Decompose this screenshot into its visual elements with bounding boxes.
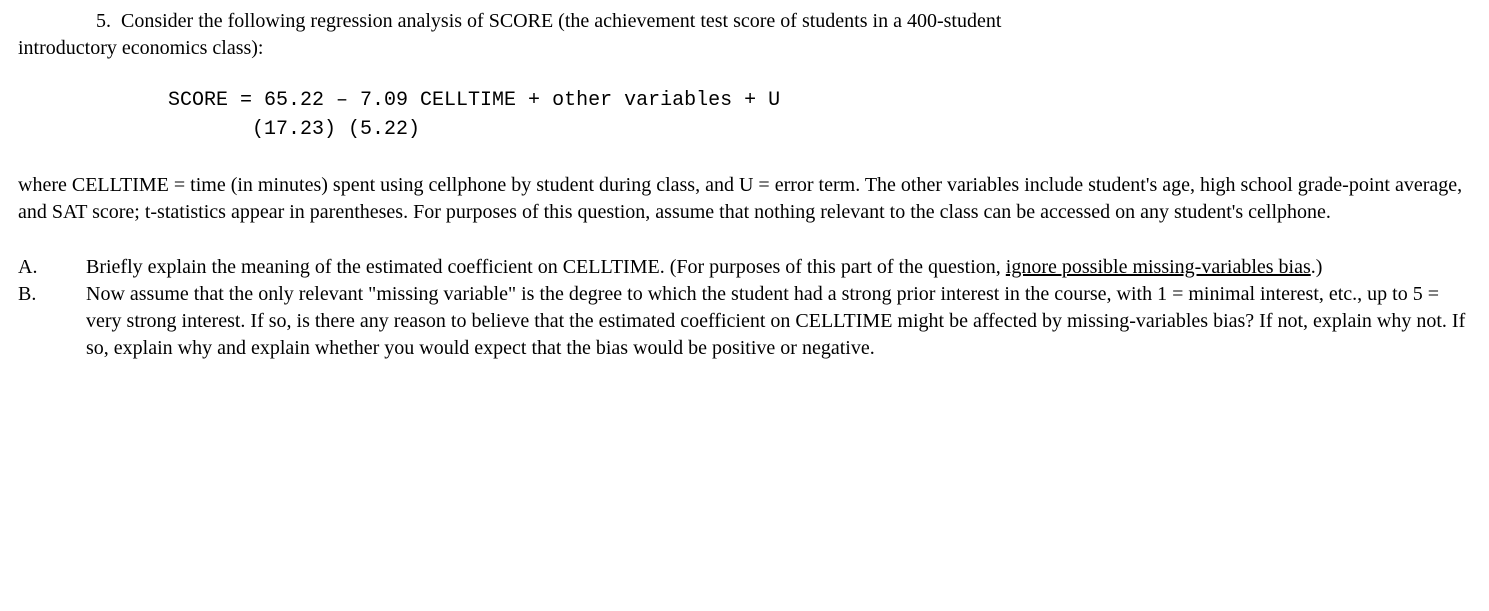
question-a: A. Briefly explain the meaning of the es… xyxy=(18,254,1471,281)
question-b-text: Now assume that the only relevant "missi… xyxy=(86,281,1471,362)
question-list: A. Briefly explain the meaning of the es… xyxy=(18,254,1471,362)
question-a-text: Briefly explain the meaning of the estim… xyxy=(86,254,1471,281)
question-a-part2: .) xyxy=(1311,256,1323,278)
description-text: where CELLTIME = time (in minutes) spent… xyxy=(18,174,1462,223)
intro-paragraph: 5. Consider the following regression ana… xyxy=(18,8,1471,62)
equation-line1: SCORE = 65.22 – 7.09 CELLTIME + other va… xyxy=(168,89,780,112)
intro-text-line2: introductory economics class): xyxy=(18,37,264,59)
question-a-part1: Briefly explain the meaning of the estim… xyxy=(86,256,1006,278)
question-a-label: A. xyxy=(18,254,86,281)
intro-text-line1: Consider the following regression analys… xyxy=(121,10,1001,32)
question-a-underlined: ignore possible missing-variables bias xyxy=(1006,256,1311,278)
question-b-label: B. xyxy=(18,281,86,362)
question-b: B. Now assume that the only relevant "mi… xyxy=(18,281,1471,362)
equation-line2: (17.23) (5.22) xyxy=(168,118,420,141)
description-paragraph: where CELLTIME = time (in minutes) spent… xyxy=(18,172,1471,226)
regression-equation: SCORE = 65.22 – 7.09 CELLTIME + other va… xyxy=(18,86,1471,144)
question-number: 5. xyxy=(96,10,111,32)
